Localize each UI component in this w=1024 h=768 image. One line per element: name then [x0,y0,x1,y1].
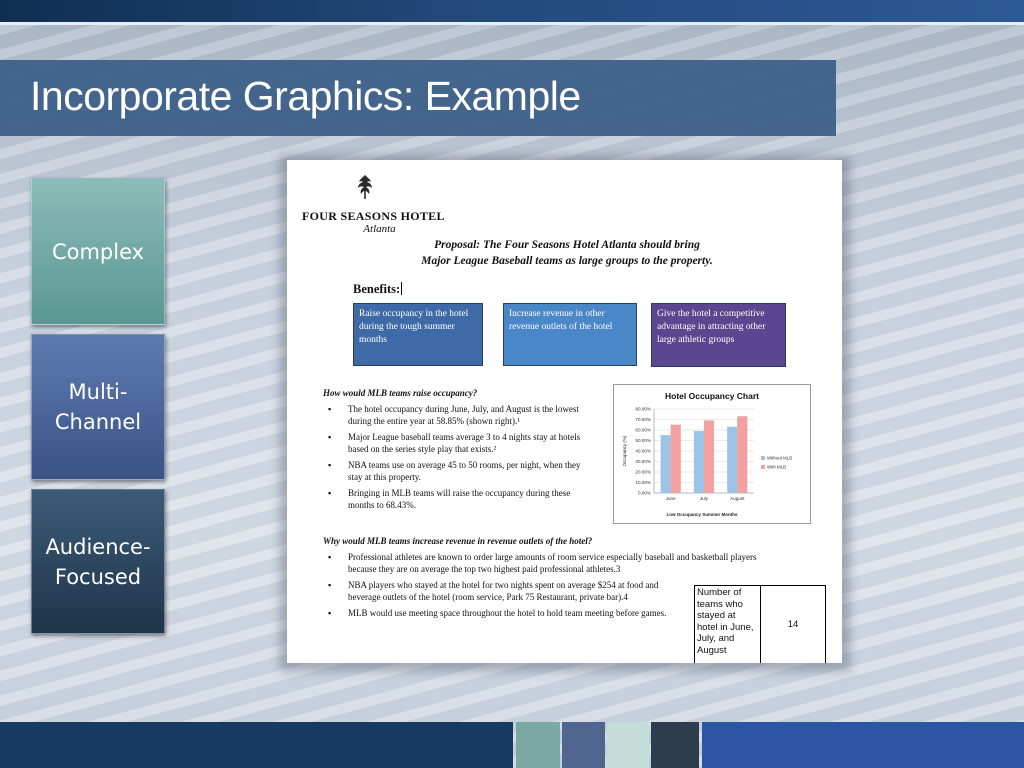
list-item: Bringing in MLB teams will raise the occ… [323,488,593,511]
complex-label: Complex [51,240,145,264]
hotel-occupancy-chart: Hotel Occupancy Chart 0.00% 10.00% 20.00% 3… [613,384,811,524]
logo-location: Atlanta [363,223,396,235]
multi-channel-label: Multi-Channel [54,380,142,434]
tree-icon [357,175,372,199]
chart-x-tick-label: June [666,496,676,501]
document-page: FOUR SEASONS HOTEL Atlanta Proposal: The… [287,160,842,663]
list-item: NBA teams use on average 45 to 50 rooms,… [323,460,593,483]
chart-y-tick-label: 60.00% [635,428,651,433]
audience-focused-box: Audience-Focused [31,489,165,634]
teams-stat-table: Number of teams who stayed at hotel in J… [694,585,826,663]
benefit-box-revenue: Increase revenue in other revenue outlet… [503,303,637,366]
chart-x-ticks: June July August [666,496,746,501]
slide-title: Incorporate Graphics: Example [30,73,581,119]
question-occupancy: How would MLB teams raise occupancy? [323,388,478,398]
top-banner [0,0,1024,25]
chart-legend-swatch [761,465,765,469]
chart-bar [727,426,738,494]
complex-box: Complex [31,178,165,325]
benefits-text: Benefits: [353,282,401,296]
four-seasons-logo: FOUR SEASONS HOTEL Atlanta [302,174,445,235]
chart-bar [660,435,671,494]
bottom-segment-slate [651,722,699,768]
bottom-banner [0,722,1024,768]
chart-legend-label: Without MLB [767,456,792,461]
bottom-segment-royal [702,722,1024,768]
bottom-segment-teal [516,722,560,768]
chart-legend-label: With MLB [767,465,786,470]
bottom-segment-navy [0,722,513,768]
chart-y-tick-label: 10.00% [635,480,651,485]
revenue-bullet-list-2: NBA players who stayed at the hotel for … [323,580,683,625]
bottom-segment-blue [562,722,605,768]
bottom-segment-mint [607,722,649,768]
logo-name: FOUR SEASONS HOTEL [302,209,445,223]
chart-x-tick-label: August [730,496,745,501]
stat-cell-label: Number of teams who stayed at hotel in J… [694,585,761,663]
question-revenue: Why would MLB teams increase revenue in … [323,536,593,546]
list-item: Major League baseball teams average 3 to… [323,432,593,455]
list-item: The hotel occupancy during June, July, a… [323,404,593,427]
chart-legend-swatch [761,456,765,460]
proposal-line-1: Proposal: The Four Seasons Hotel Atlanta… [434,239,700,251]
chart-bars [660,416,748,494]
multi-channel-box: Multi-Channel [31,334,165,480]
chart-y-axis-label: Occupancy (%) [622,435,627,466]
chart-x-axis-label: Low Occupancy Summer Months [666,512,738,517]
revenue-bullet-list: Professional athletes are known to order… [323,552,763,580]
chart-bar [670,424,681,494]
chart-title: Hotel Occupancy Chart [665,391,759,401]
chart-svg: Hotel Occupancy Chart 0.00% 10.00% 20.00% 3… [622,391,792,517]
chart-y-tick-label: 30.00% [635,459,651,464]
proposal-heading: Proposal: The Four Seasons Hotel Atlanta… [367,237,767,269]
chart-y-ticks: 0.00% 10.00% 20.00% 30.00% 40.00% 50.00% 60.00… [635,407,651,496]
table-row: Number of teams who stayed at hotel in J… [694,585,826,663]
chart-bar [737,416,748,494]
chart-y-tick-label: 80.00% [635,407,651,412]
benefit-box-occupancy: Raise occupancy in the hotel during the … [353,303,483,366]
list-item: Professional athletes are known to order… [323,552,763,575]
chart-y-tick-label: 50.00% [635,438,651,443]
chart-x-tick-label: July [700,496,709,501]
chart-y-tick-label: 40.00% [635,449,651,454]
benefits-label: Benefits: [353,282,403,297]
list-item: NBA players who stayed at the hotel for … [323,580,683,603]
chart-legend: Without MLB With MLB [761,456,792,470]
proposal-line-2: Major League Baseball teams as large gro… [421,255,713,267]
chart-y-tick-label: 70.00% [635,417,651,422]
chart-bar [703,420,715,494]
chart-y-tick-label: 0.00% [638,491,651,496]
text-cursor [401,282,403,295]
chart-bar [693,430,705,494]
list-item: MLB would use meeting space throughout t… [323,608,683,620]
occupancy-bullet-list: The hotel occupancy during June, July, a… [323,404,593,516]
benefit-box-advantage: Give the hotel a competitive advantage i… [651,303,786,367]
chart-y-tick-label: 20.00% [635,470,651,475]
audience-focused-label: Audience-Focused [45,535,151,589]
stat-cell-value: 14 [760,585,826,663]
